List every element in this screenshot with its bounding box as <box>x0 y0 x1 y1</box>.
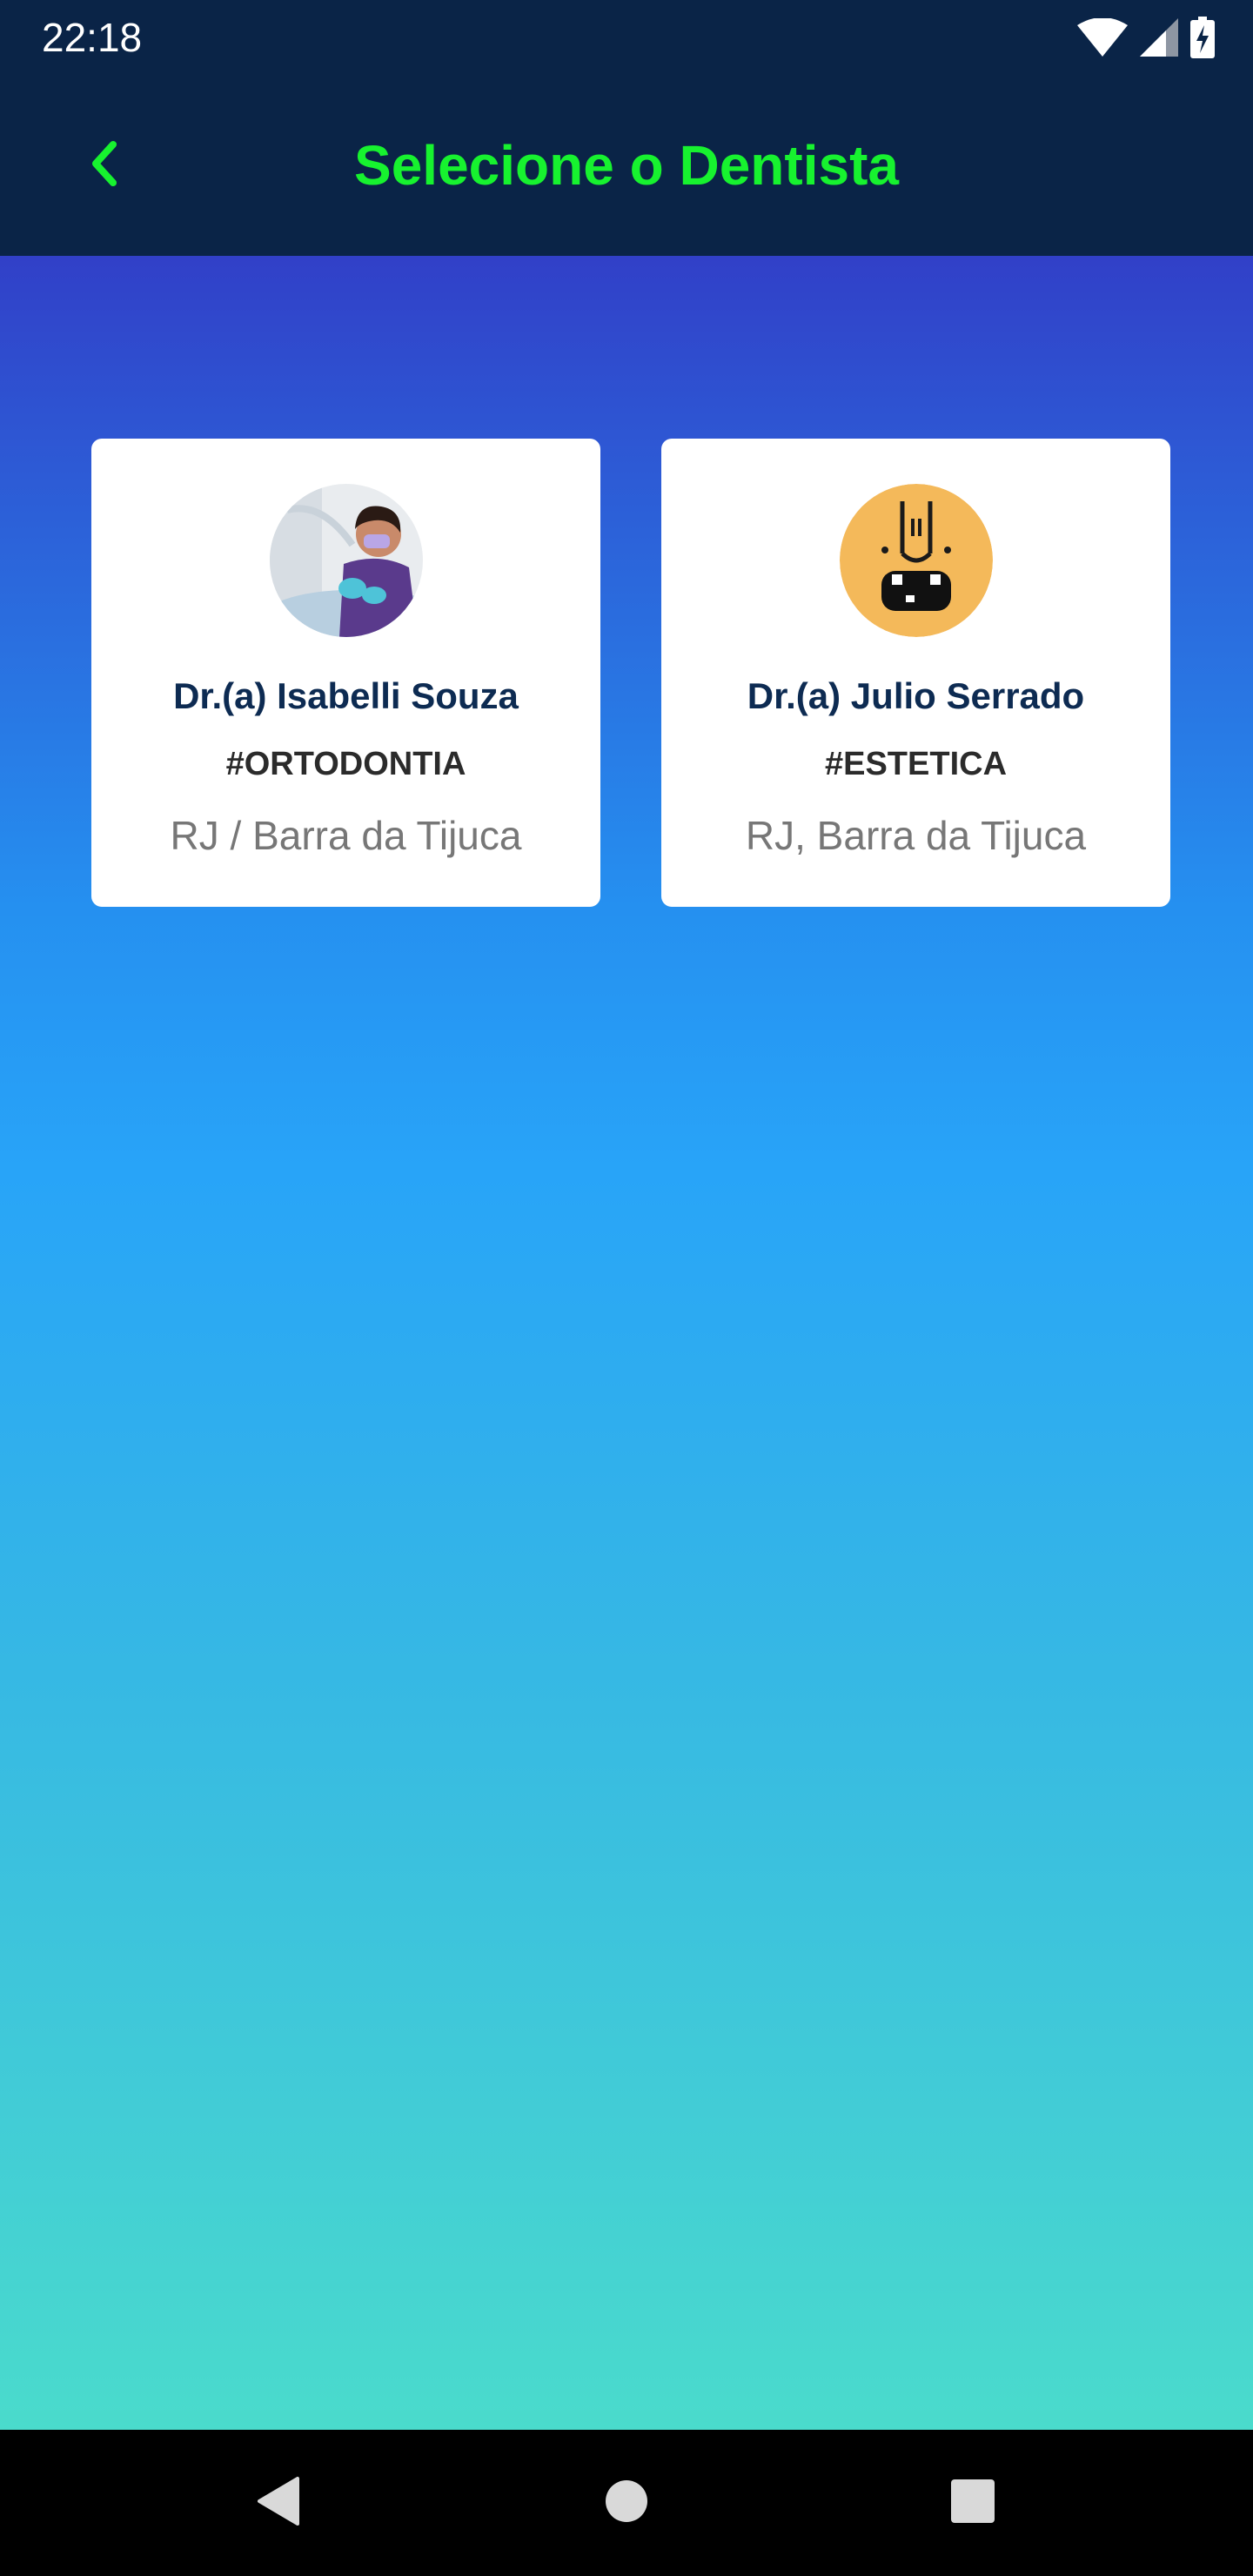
screen: 22:18 Selecione o Dentista Dr.(a) Isabel… <box>0 0 1253 2576</box>
back-button[interactable] <box>70 131 139 200</box>
dentist-avatar <box>270 484 423 637</box>
dentist-location: RJ, Barra da Tijuca <box>745 813 1087 858</box>
dentist-card[interactable]: Dr.(a) Julio Serrado #ESTETICA RJ, Barra… <box>661 439 1170 907</box>
nav-home-button[interactable] <box>592 2468 661 2538</box>
dentist-card[interactable]: Dr.(a) Isabelli Souza #ORTODONTIA RJ / B… <box>91 439 600 907</box>
home-circle-icon <box>605 2479 648 2527</box>
cellular-signal-icon <box>1140 18 1178 57</box>
dentist-list: Dr.(a) Isabelli Souza #ORTODONTIA RJ / B… <box>0 256 1253 2430</box>
app-bar: 22:18 Selecione o Dentista <box>0 0 1253 256</box>
nav-back-button[interactable] <box>244 2468 313 2538</box>
dentist-location: RJ / Barra da Tijuca <box>170 813 522 858</box>
dentist-specialty: #ESTETICA <box>824 746 1008 782</box>
wifi-icon <box>1077 18 1128 57</box>
dentist-specialty: #ORTODONTIA <box>225 746 466 782</box>
status-icons <box>1077 16 1215 59</box>
chevron-left-icon <box>87 139 122 192</box>
recents-square-icon <box>950 2479 995 2528</box>
system-nav-bar <box>0 2430 1253 2576</box>
dentist-avatar <box>840 484 993 637</box>
battery-charging-icon <box>1190 17 1215 58</box>
status-time: 22:18 <box>42 15 143 60</box>
dentist-name: Dr.(a) Isabelli Souza <box>173 675 519 716</box>
page-title: Selecione o Dentista <box>354 134 899 197</box>
dentist-name: Dr.(a) Julio Serrado <box>747 675 1085 716</box>
nav-recents-button[interactable] <box>938 2468 1008 2538</box>
back-triangle-icon <box>254 2475 303 2532</box>
